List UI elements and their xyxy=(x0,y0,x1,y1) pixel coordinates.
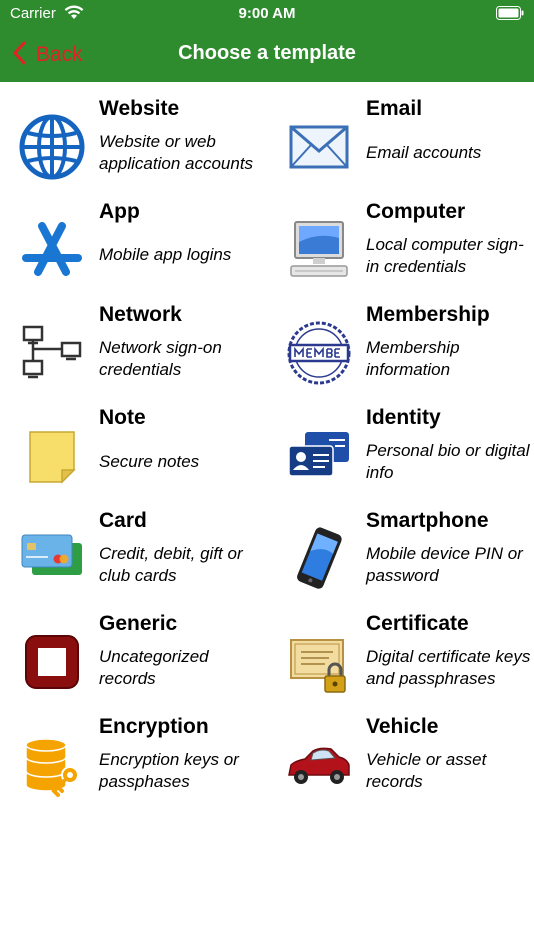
template-description: Email accounts xyxy=(366,143,482,162)
template-encryption[interactable]: Encryption Encryption keys or passphases xyxy=(0,700,267,803)
navigation-bar: Back Choose a template xyxy=(0,28,534,82)
template-description: Encryption keys or passphases xyxy=(99,750,239,791)
app-store-icon xyxy=(17,215,87,285)
template-identity[interactable]: Identity Personal bio or digital info xyxy=(267,391,534,494)
template-note[interactable]: Note Secure notes xyxy=(0,391,267,494)
certificate-icon xyxy=(284,627,354,697)
template-title: Smartphone xyxy=(366,509,489,532)
template-title: Membership xyxy=(366,303,490,326)
template-description: Network sign-on credentials xyxy=(99,338,222,379)
template-title: Email xyxy=(366,97,423,120)
template-description: Personal bio or digital info xyxy=(366,441,530,482)
template-title: Encryption xyxy=(99,715,209,738)
member-stamp-icon xyxy=(284,318,354,388)
template-certificate[interactable]: Certificate Digital certificate keys and… xyxy=(267,597,534,700)
car-icon xyxy=(284,730,354,800)
template-membership[interactable]: Membership Membership information xyxy=(267,288,534,391)
template-network[interactable]: Network Network sign-on credentials xyxy=(0,288,267,391)
template-title: Network xyxy=(99,303,182,326)
globe-icon xyxy=(17,112,87,182)
battery-icon xyxy=(496,6,524,25)
template-description: Mobile app logins xyxy=(99,245,232,264)
template-description: Digital certificate keys and passphrases xyxy=(366,647,531,688)
template-smartphone[interactable]: Smartphone Mobile device PIN or password xyxy=(267,494,534,597)
template-email[interactable]: Email Email accounts xyxy=(267,82,534,185)
template-description: Website or web application accounts xyxy=(99,132,254,173)
template-description: Credit, debit, gift or club cards xyxy=(99,544,243,585)
computer-icon xyxy=(284,215,354,285)
template-description: Vehicle or asset records xyxy=(366,750,487,791)
template-description: Uncategorized records xyxy=(99,647,209,688)
template-generic[interactable]: Generic Uncategorized records xyxy=(0,597,267,700)
template-title: Card xyxy=(99,509,147,532)
template-title: Vehicle xyxy=(366,715,439,738)
template-app[interactable]: App Mobile app logins xyxy=(0,185,267,288)
template-description: Membership information xyxy=(366,338,460,379)
network-icon xyxy=(17,318,87,388)
template-title: Certificate xyxy=(366,612,469,635)
generic-stop-icon xyxy=(17,627,87,697)
template-description: Mobile device PIN or password xyxy=(366,544,523,585)
template-title: App xyxy=(99,200,140,223)
template-title: Generic xyxy=(99,612,178,635)
database-key-icon xyxy=(17,730,87,800)
id-card-icon xyxy=(284,421,354,491)
clock: 9:00 AM xyxy=(238,5,296,22)
sticky-note-icon xyxy=(17,421,87,491)
template-vehicle[interactable]: Vehicle Vehicle or asset records xyxy=(267,700,534,803)
credit-card-icon xyxy=(17,524,87,594)
template-title: Note xyxy=(99,406,146,429)
page-title: Choose a template xyxy=(178,42,356,64)
template-title: Computer xyxy=(366,200,466,223)
status-bar: Carrier 9:00 AM xyxy=(0,0,534,28)
template-description: Local computer sign-in credentials xyxy=(366,235,524,276)
template-title: Identity xyxy=(366,406,441,429)
template-website[interactable]: Website Website or web application accou… xyxy=(0,82,267,185)
template-description: Secure notes xyxy=(99,452,200,471)
smartphone-icon xyxy=(284,524,354,594)
template-title: Website xyxy=(99,97,180,120)
template-computer[interactable]: Computer Local computer sign-in credenti… xyxy=(267,185,534,288)
envelope-icon xyxy=(284,112,354,182)
template-card[interactable]: Card Credit, debit, gift or club cards xyxy=(0,494,267,597)
